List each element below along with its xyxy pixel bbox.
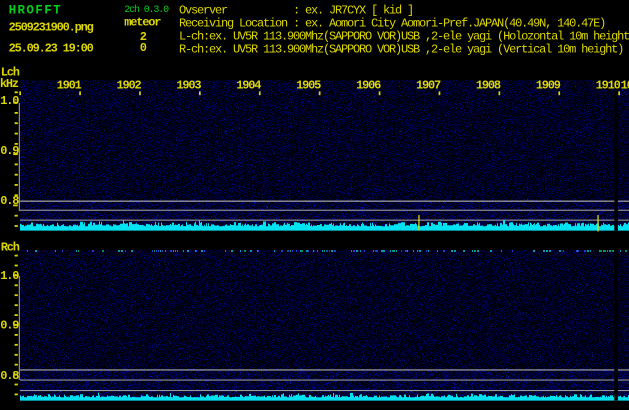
svg-text:1.0: 1.0	[0, 269, 19, 283]
svg-text:2509231900.png: 2509231900.png	[9, 20, 94, 34]
svg-text:0.9: 0.9	[0, 318, 19, 332]
svg-text:R-ch:ex. UV5R 113.900Mhz(SAPPO: R-ch:ex. UV5R 113.900Mhz(SAPPORO VOR)USB…	[179, 42, 623, 56]
svg-text:25.09.23 19:00: 25.09.23 19:00	[9, 41, 94, 55]
svg-text:0.8: 0.8	[0, 369, 19, 383]
svg-text:1903: 1903	[176, 79, 201, 93]
svg-text:1906: 1906	[356, 79, 381, 93]
svg-text:0: 0	[140, 41, 147, 55]
svg-text:1905: 1905	[296, 79, 321, 93]
svg-text:10: 10	[621, 79, 629, 93]
svg-text:1909: 1909	[536, 79, 561, 93]
svg-text:1901: 1901	[57, 79, 82, 93]
svg-text:1907: 1907	[416, 79, 441, 93]
svg-text:0.8: 0.8	[0, 194, 19, 208]
svg-text:1908: 1908	[476, 79, 501, 93]
svg-text:0.9: 0.9	[0, 144, 19, 158]
svg-text:1.0: 1.0	[0, 94, 19, 108]
svg-text:1910: 1910	[596, 79, 621, 93]
svg-text:Receiving Location : ex. Aomor: Receiving Location : ex. Aomori City Aom…	[179, 16, 605, 30]
svg-text:2ch 0.3.0: 2ch 0.3.0	[124, 4, 169, 16]
svg-text:meteor: meteor	[124, 15, 161, 29]
svg-text:1902: 1902	[116, 79, 141, 93]
svg-text:kHz: kHz	[0, 77, 19, 91]
svg-text:Rch: Rch	[1, 240, 20, 254]
svg-text:Ovserver : ex. JR7CY: Ovserver : ex. JR7CYX [ kid ]	[179, 3, 413, 17]
svg-text:1904: 1904	[236, 79, 261, 93]
svg-text:HROFFT: HROFFT	[9, 4, 62, 18]
svg-text:L-ch:ex. UV5R 113.900Mhz(SAPPO: L-ch:ex. UV5R 113.900Mhz(SAPPORO VOR)USB…	[179, 29, 629, 43]
